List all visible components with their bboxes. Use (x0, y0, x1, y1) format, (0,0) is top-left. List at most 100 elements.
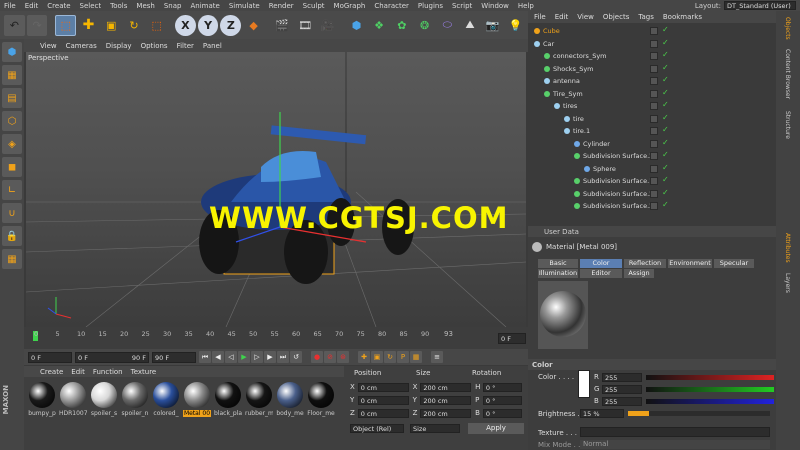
visibility-toggle[interactable] (650, 77, 658, 85)
side-tab-layers[interactable]: Layers (784, 273, 791, 293)
enabled-check-icon[interactable]: ✓ (662, 25, 669, 34)
object-row[interactable]: Shocks_Sym ✓ (528, 63, 776, 75)
spline-icon[interactable]: ✿ (391, 15, 412, 36)
tab-environment[interactable]: Environment (668, 259, 712, 268)
object-row[interactable]: Subdivision Surface.2 ✓ (528, 200, 776, 212)
side-tab-attributes[interactable]: Attributes (784, 233, 791, 263)
position-field[interactable]: 0 cm (357, 395, 409, 405)
key-pla-icon[interactable]: ▦ (410, 351, 422, 363)
render-view-icon[interactable]: 🎞 (295, 15, 316, 36)
menu-item-script[interactable]: Script (452, 2, 472, 10)
magnet-icon[interactable]: ∪ (2, 203, 22, 223)
move-icon[interactable]: ✚ (78, 15, 99, 36)
floor-icon[interactable]: ⛰ (460, 15, 481, 36)
visibility-toggle[interactable] (650, 64, 658, 73)
render-settings-icon[interactable]: 🎥 (317, 15, 338, 36)
menu-item-sculpt[interactable]: Sculpt (303, 2, 325, 10)
material-item[interactable]: HDR1007 (59, 382, 87, 417)
size-field[interactable]: 200 cm (420, 408, 472, 418)
enabled-check-icon[interactable]: ✓ (662, 200, 669, 209)
light-icon[interactable]: 💡 (505, 15, 526, 36)
visibility-toggle[interactable] (650, 39, 658, 48)
timeline-menu-icon[interactable]: ≡ (431, 351, 443, 363)
scale-icon[interactable]: ▣ (101, 15, 122, 36)
brightness-field[interactable]: 15 % (580, 409, 624, 418)
viewport-perspective[interactable]: Perspective (26, 52, 526, 327)
model-mode-icon[interactable]: ⬢ (2, 42, 22, 62)
prev-key-icon[interactable]: ◀ (212, 351, 224, 363)
menu-item-file[interactable]: File (4, 2, 16, 10)
key-parameter-icon[interactable]: P (397, 351, 409, 363)
next-frame-icon[interactable]: ▷ (251, 351, 263, 363)
channel-slider[interactable] (646, 374, 774, 380)
menu-item-create[interactable]: Create (47, 2, 70, 10)
coordinate-system-icon[interactable]: ◆ (243, 15, 264, 36)
layout-dropdown[interactable]: DT_Standard (User) (724, 1, 796, 10)
object-row[interactable]: tire.1 ✓ (528, 125, 776, 137)
visibility-toggle[interactable] (650, 114, 658, 123)
object-menu-tags[interactable]: Tags (638, 13, 654, 21)
enabled-check-icon[interactable]: ✓ (662, 75, 669, 84)
play-icon[interactable]: ▶ (238, 351, 250, 363)
menu-item-render[interactable]: Render (269, 2, 294, 10)
enabled-check-icon[interactable]: ✓ (662, 88, 669, 97)
object-menu-file[interactable]: File (534, 13, 546, 21)
live-select-icon[interactable]: ⬚ (55, 14, 77, 36)
enabled-check-icon[interactable]: ✓ (662, 125, 669, 134)
channel-value-field[interactable]: 255 (602, 396, 642, 406)
viewport-menu-display[interactable]: Display (106, 42, 132, 50)
material-menu-edit[interactable]: Edit (71, 368, 85, 376)
menu-item-window[interactable]: Window (481, 2, 509, 10)
workplane-icon[interactable]: ▤ (2, 88, 22, 108)
visibility-toggle[interactable] (650, 127, 658, 135)
rotation-field[interactable]: 0 ° (482, 395, 522, 405)
tab-color[interactable]: Color (580, 259, 622, 268)
record-icon[interactable]: ● (311, 351, 323, 363)
enabled-check-icon[interactable]: ✓ (662, 175, 669, 184)
visibility-toggle[interactable] (650, 202, 658, 210)
enabled-check-icon[interactable]: ✓ (662, 50, 669, 59)
enabled-check-icon[interactable]: ✓ (662, 150, 669, 159)
polygons-mode-icon[interactable]: ◼ (2, 157, 22, 177)
mix-mode-dropdown[interactable]: Normal (580, 440, 770, 449)
tab-editor[interactable]: Editor (580, 269, 622, 278)
channel-value-field[interactable]: 255 (602, 384, 642, 394)
size-mode-dropdown[interactable]: Size (410, 424, 460, 433)
enabled-check-icon[interactable]: ✓ (662, 138, 669, 147)
menu-item-snap[interactable]: Snap (164, 2, 182, 10)
goto-end-icon[interactable]: ⏭ (277, 351, 289, 363)
object-menu-objects[interactable]: Objects (603, 13, 629, 21)
visibility-toggle[interactable] (650, 102, 658, 110)
array-icon[interactable]: ❂ (414, 15, 435, 36)
autokey-icon[interactable]: ⊘ (324, 351, 336, 363)
undo-icon[interactable]: ↶ (4, 14, 25, 36)
coordinate-mode-dropdown[interactable]: Object (Rel) (350, 424, 404, 433)
object-menu-view[interactable]: View (577, 13, 594, 21)
apply-button[interactable]: Apply (468, 423, 524, 434)
visibility-toggle[interactable] (650, 89, 658, 98)
goto-start-icon[interactable]: ⏮ (199, 351, 211, 363)
visibility-toggle[interactable] (650, 189, 658, 198)
next-key-icon[interactable]: ▶ (264, 351, 276, 363)
viewport-menu-options[interactable]: Options (141, 42, 168, 50)
channel-slider[interactable] (646, 398, 774, 404)
camera-icon[interactable]: 📷 (482, 15, 503, 36)
menu-item-select[interactable]: Select (80, 2, 102, 10)
material-menu-create[interactable]: Create (40, 368, 63, 376)
material-item[interactable]: bumpy_p (28, 382, 56, 417)
object-row[interactable]: Subdivision Surface.2 ✓ (528, 150, 776, 162)
visibility-toggle[interactable] (650, 139, 658, 148)
visibility-toggle[interactable] (650, 177, 658, 185)
object-row[interactable]: Sphere ✓ (528, 163, 776, 175)
enabled-check-icon[interactable]: ✓ (662, 100, 669, 109)
object-row[interactable]: Cylinder ✓ (528, 138, 776, 150)
edges-mode-icon[interactable]: ◈ (2, 134, 22, 154)
tab-illumination[interactable]: Illumination (538, 269, 578, 278)
rotation-field[interactable]: 0 ° (482, 382, 522, 392)
keyframe-selection-icon[interactable]: ⊛ (337, 351, 349, 363)
menu-item-mesh[interactable]: Mesh (136, 2, 154, 10)
menu-item-animate[interactable]: Animate (190, 2, 219, 10)
material-item[interactable]: spoiler_s (90, 382, 118, 417)
render-region-icon[interactable]: 🎬 (272, 15, 293, 36)
axis-mode-icon[interactable]: ∟ (2, 180, 22, 200)
